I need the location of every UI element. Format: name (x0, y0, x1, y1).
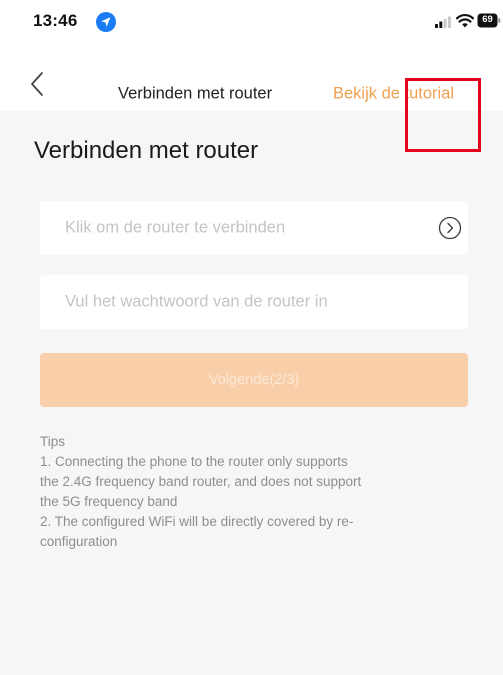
password-field[interactable] (40, 275, 468, 329)
router-select-label: Klik om de router te verbinden (65, 218, 286, 237)
status-bar: 13:46 69 (0, 0, 503, 44)
highlight-box (405, 78, 481, 152)
main-content: Verbinden met router Klik om de router t… (0, 111, 503, 675)
chevron-left-icon[interactable] (26, 71, 50, 97)
signal-icon (435, 16, 451, 28)
tips: Tips 1. Connecting the phone to the rout… (40, 432, 480, 552)
tip-line: the 2.4G frequency band router, and does… (40, 474, 362, 489)
status-time: 13:46 (33, 11, 78, 30)
tips-heading: Tips (40, 434, 66, 449)
router-select-field[interactable]: Klik om de router te verbinden (40, 201, 468, 255)
tip-line: the 5G frequency band (40, 494, 178, 509)
tip-line: 1. Connecting the phone to the router on… (40, 454, 348, 469)
tip-line: configuration (40, 534, 118, 549)
next-button[interactable]: Volgende(2/3) (40, 353, 468, 407)
circle-chevron-right-icon[interactable] (438, 216, 462, 240)
battery-level: 69 (482, 14, 493, 25)
page-title: Verbinden met router (34, 137, 259, 164)
wifi-icon (456, 14, 474, 28)
nav-title: Verbinden met router (118, 84, 273, 103)
tip-line: 2. The configured WiFi will be directly … (40, 514, 354, 529)
password-input[interactable] (65, 292, 455, 312)
location-icon (96, 12, 116, 32)
